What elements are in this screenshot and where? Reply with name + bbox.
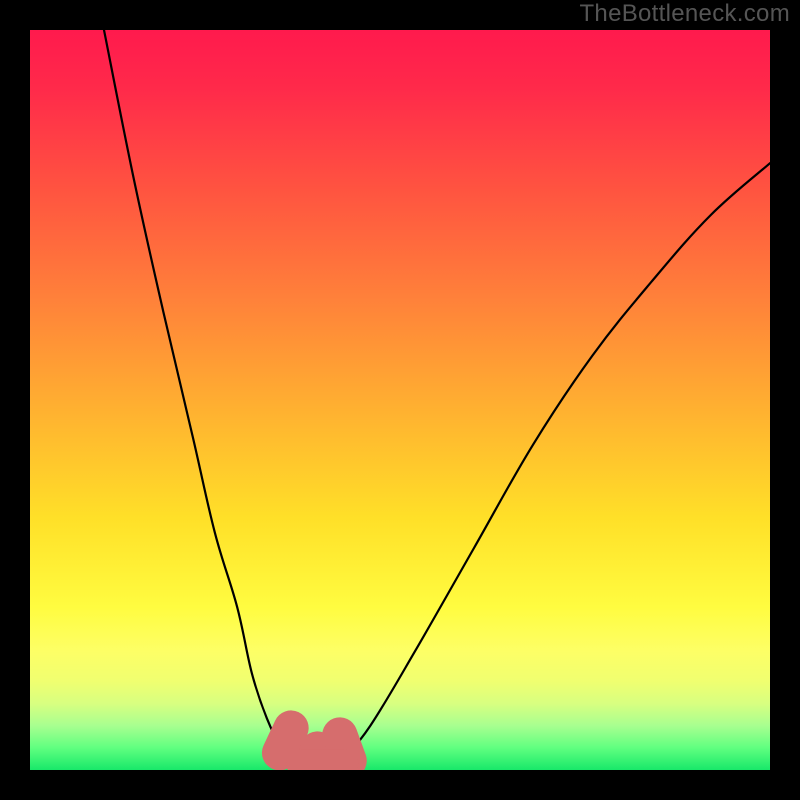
chart-stage: TheBottleneck.com — [0, 0, 800, 800]
watermark: TheBottleneck.com — [579, 0, 790, 28]
valley-markers — [256, 705, 372, 770]
bottleneck-curve — [104, 30, 770, 767]
valley-connector — [286, 749, 358, 770]
plot-area — [30, 30, 770, 770]
curve-svg — [30, 30, 770, 770]
